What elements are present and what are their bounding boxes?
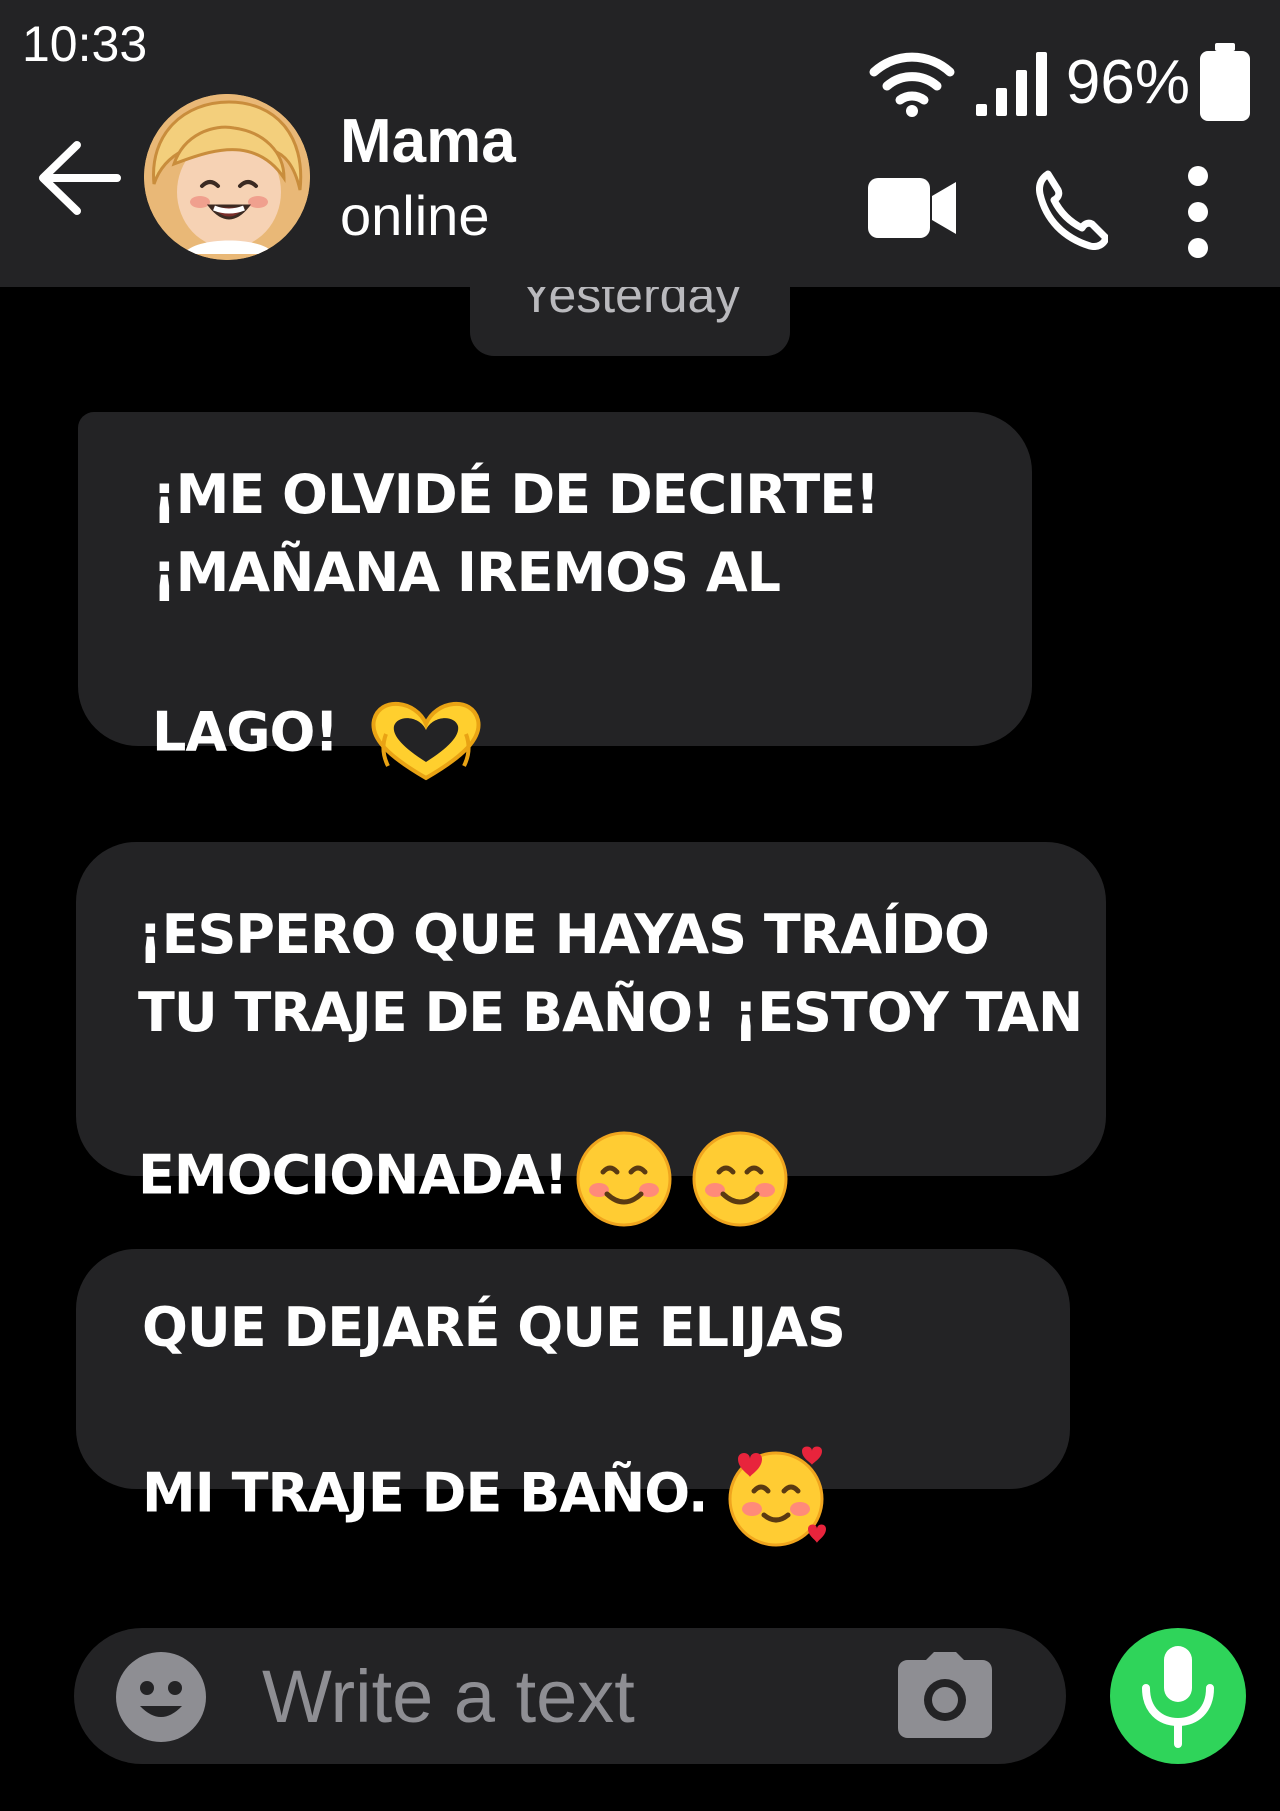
status-indicators: 96% — [868, 43, 1252, 123]
contact-avatar-illustration — [144, 94, 310, 260]
more-options-button[interactable] — [1176, 160, 1220, 264]
message-bubble[interactable]: ¡ME OLVIDÉ DE DECIRTE! ¡MAÑANA IREMOS AL… — [78, 412, 1032, 781]
video-camera-icon — [868, 178, 956, 238]
arrow-left-icon — [39, 141, 121, 215]
phone-icon — [1036, 170, 1108, 250]
message-text: QUE DEJARÉ QUE ELIJAS MI TRAJE DE BAÑO. — [142, 1289, 846, 1627]
message-input[interactable] — [262, 1646, 902, 1746]
microphone-icon — [1142, 1646, 1214, 1748]
back-button[interactable] — [36, 134, 124, 222]
video-call-button[interactable] — [864, 170, 960, 246]
chat-header: 10:33 96% Mama online — [0, 0, 1280, 287]
camera-icon — [898, 1652, 992, 1738]
emoji-button[interactable] — [114, 1650, 208, 1744]
message-text: ¡ME OLVIDÉ DE DECIRTE! ¡MAÑANA IREMOS AL… — [152, 456, 880, 860]
more-vertical-icon — [1188, 166, 1208, 258]
signal-bars-icon — [974, 50, 1048, 116]
battery-icon — [1198, 43, 1252, 123]
wifi-icon — [868, 48, 956, 118]
contact-status: online — [340, 184, 490, 247]
voice-call-button[interactable] — [1032, 168, 1112, 252]
smiling-face-with-hearts-emoji — [722, 1367, 830, 1627]
smiley-icon — [116, 1652, 206, 1742]
message-bubble[interactable]: ¡ESPERO QUE HAYAS TRAÍDO TU TRAJE DE BAÑ… — [76, 842, 1106, 1227]
message-text-content: ¡ME OLVIDÉ DE DECIRTE! ¡MAÑANA IREMOS AL… — [152, 463, 880, 764]
message-composer — [74, 1628, 1066, 1764]
message-text: ¡ESPERO QUE HAYAS TRAÍDO TU TRAJE DE BAÑ… — [138, 896, 1083, 1306]
status-time: 10:33 — [22, 16, 148, 72]
avatar[interactable] — [144, 94, 310, 260]
heart-hands-emoji — [364, 612, 488, 860]
battery-percent: 96% — [1065, 48, 1190, 117]
camera-button[interactable] — [896, 1650, 996, 1744]
contact-name[interactable]: Mama — [340, 106, 516, 178]
chat-screen: Yesterday 10:33 96% Mama online ¡ME OLVI… — [0, 0, 1280, 1811]
voice-message-button[interactable] — [1110, 1628, 1246, 1764]
message-bubble[interactable]: QUE DEJARÉ QUE ELIJAS MI TRAJE DE BAÑO. — [76, 1249, 1070, 1547]
